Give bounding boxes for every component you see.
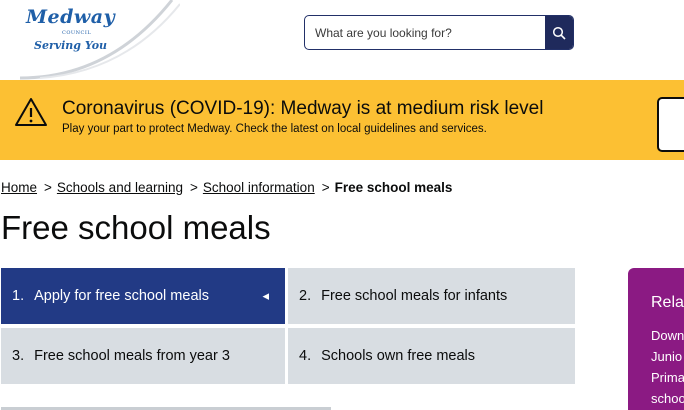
breadcrumb-separator: > [321,180,330,195]
related-link[interactable]: Prima [651,370,684,385]
site-header: Medway COUNCIL Serving You [0,0,684,80]
page-title: Free school meals [1,209,271,246]
step-number: 4. [299,348,312,364]
related-content-panel: Rela Down Junio Prima schoo [628,268,684,410]
related-link[interactable]: Junio [651,349,682,364]
breadcrumb-school-info-link[interactable]: School information [203,180,315,195]
related-link[interactable]: schoo [651,391,684,406]
chevron-left-icon: ◂ [262,288,269,303]
step-label: Apply for free school meals [34,288,209,304]
breadcrumb: Home > Schools and learning > School inf… [1,180,452,195]
related-title: Rela [651,294,684,311]
related-link[interactable]: Down [651,328,684,343]
step-label: Schools own free meals [321,348,476,364]
step-number: 1. [12,288,25,304]
warning-icon [15,98,47,126]
step-nav-item-4[interactable]: 4. Schools own free meals [288,328,575,384]
step-number: 2. [299,288,312,304]
search-input[interactable] [305,16,545,49]
breadcrumb-separator: > [190,180,198,195]
step-label: Free school meals from year 3 [34,348,230,364]
breadcrumb-separator: > [44,180,52,195]
breadcrumb-home-link[interactable]: Home [1,180,37,195]
step-nav-item-2[interactable]: 2. Free school meals for infants [288,268,575,324]
breadcrumb-current: Free school meals [334,180,453,195]
covid-alert-banner [0,80,684,160]
cropped-heading-hint [1,402,331,410]
logo-council-text: COUNCIL [62,30,92,36]
logo-name[interactable]: Medway [26,6,115,28]
search-box [304,15,574,50]
search-icon [552,26,566,40]
breadcrumb-schools-link[interactable]: Schools and learning [57,180,183,195]
step-label: Free school meals for infants [321,288,508,304]
search-button[interactable] [545,16,573,49]
step-number: 3. [12,348,25,364]
banner-text: Play your part to protect Medway. Check … [62,123,487,135]
step-nav-item-1[interactable]: 1. Apply for free school meals ◂ [1,268,285,324]
logo-tagline: Serving You [34,39,108,52]
banner-action-button[interactable] [657,97,684,152]
step-nav-item-3[interactable]: 3. Free school meals from year 3 [1,328,285,384]
banner-title: Coronavirus (COVID-19): Medway is at med… [62,98,544,119]
